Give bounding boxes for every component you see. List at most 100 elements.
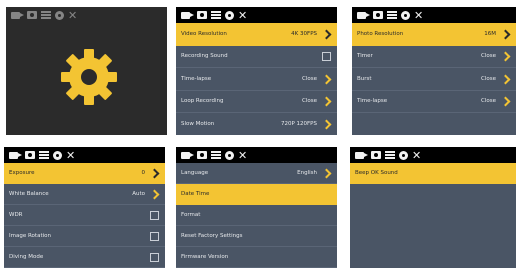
menu-item-image-rotation[interactable]: Image Rotation	[4, 226, 165, 247]
chevron-right-icon	[151, 189, 159, 199]
settings-icon[interactable]	[401, 10, 410, 20]
checkbox[interactable]	[150, 231, 159, 241]
video-icon[interactable]	[11, 11, 24, 19]
menu-item-label: Diving Mode	[9, 254, 44, 260]
menu-item-label: Reset Factory Settings	[181, 233, 243, 239]
menu-item-label: Format	[181, 212, 201, 218]
menu-item-time-lapse[interactable]: Time-lapse Close	[176, 68, 337, 91]
menu-icon[interactable]	[387, 11, 397, 19]
photo-icon[interactable]	[371, 151, 381, 159]
video-icon[interactable]	[357, 11, 370, 19]
chevron-right-icon	[323, 29, 331, 39]
screen-video-settings: ✕ Video Resolution 4K 30FPS Recording So…	[176, 7, 337, 135]
menu-item-label: Language	[181, 170, 209, 176]
menu-item-language[interactable]: Language English	[176, 163, 337, 184]
checkbox[interactable]	[150, 210, 159, 220]
menu-item-label: Video Resolution	[181, 30, 227, 37]
menu-item-wdr[interactable]: WDR	[4, 205, 165, 226]
menu-item-firmware-version[interactable]: Firmware Version	[176, 247, 337, 268]
menu-item-value: 0	[141, 170, 146, 176]
menu-item-label: Slow Motion	[181, 120, 215, 127]
menu-item-burst[interactable]: Burst Close	[352, 68, 516, 91]
menu-item-label: Recording Sound	[181, 53, 228, 60]
menu-item-label: White Balance	[9, 191, 49, 197]
menu-item-label: Image Rotation	[9, 233, 51, 239]
menu-item-label: Time-lapse	[181, 75, 212, 82]
menu-icon[interactable]	[211, 11, 221, 19]
close-icon[interactable]: ✕	[68, 10, 77, 21]
video-icon[interactable]	[355, 151, 368, 159]
settings-icon[interactable]	[399, 150, 408, 160]
menu-item-value: 4K 30FPS	[291, 30, 317, 37]
photo-icon[interactable]	[27, 11, 37, 19]
menu-item-value: Close	[302, 98, 317, 105]
close-icon[interactable]: ✕	[238, 150, 247, 161]
chevron-right-icon	[323, 96, 331, 106]
menu-item-date-time[interactable]: Date Time	[176, 184, 337, 205]
menu-item-value: Close	[481, 98, 496, 105]
menu-icon[interactable]	[385, 151, 395, 159]
settings-icon[interactable]	[53, 150, 62, 160]
settings-icon[interactable]	[225, 10, 234, 20]
checkbox[interactable]	[322, 51, 331, 61]
menu-item-value: Auto	[132, 191, 145, 197]
photo-icon[interactable]	[197, 11, 207, 19]
photo-icon[interactable]	[25, 151, 35, 159]
screen-settings-splash: ✕	[6, 7, 167, 135]
topbar: ✕	[350, 147, 516, 163]
close-icon[interactable]: ✕	[66, 150, 75, 161]
menu-icon[interactable]	[211, 151, 221, 159]
settings-screens-grid: ✕ ✕ Video Resolution 4K 30FPS Recording …	[0, 0, 522, 270]
menu-item-label: Beep OK Sound	[355, 170, 398, 176]
topbar: ✕	[176, 7, 337, 23]
screen-sound-settings: ✕ Beep OK Sound	[350, 147, 516, 268]
video-icon[interactable]	[9, 151, 22, 159]
close-icon[interactable]: ✕	[238, 10, 247, 21]
menu-item-label: Burst	[357, 75, 372, 82]
chevron-right-icon	[502, 96, 510, 106]
menu-icon[interactable]	[39, 151, 49, 159]
menu-item-label: Timer	[357, 53, 373, 60]
menu-item-format[interactable]: Format	[176, 205, 337, 226]
menu-item-label: Exposure	[9, 170, 35, 176]
menu-item-value: Close	[481, 53, 496, 60]
menu-item-label: WDR	[9, 212, 23, 218]
screen-image-settings: ✕ Exposure 0 White Balance Auto WDR Imag…	[4, 147, 165, 268]
chevron-right-icon	[323, 74, 331, 84]
menu-item-white-balance[interactable]: White Balance Auto	[4, 184, 165, 205]
close-icon[interactable]: ✕	[414, 10, 423, 21]
menu-item-reset-factory[interactable]: Reset Factory Settings	[176, 226, 337, 247]
screen-system-settings: ✕ Language English Date Time Format Rese…	[176, 147, 337, 268]
settings-icon[interactable]	[55, 10, 64, 20]
menu-item-video-resolution[interactable]: Video Resolution 4K 30FPS	[176, 23, 337, 46]
menu-item-value: 16M	[484, 30, 496, 37]
menu-item-label: Date Time	[181, 191, 210, 197]
menu-icon[interactable]	[41, 11, 51, 19]
menu-item-value: Close	[302, 75, 317, 82]
menu-item-time-lapse[interactable]: Time-lapse Close	[352, 91, 516, 113]
menu-item-diving-mode[interactable]: Diving Mode	[4, 247, 165, 268]
topbar: ✕	[4, 147, 165, 163]
screen-photo-settings: ✕ Photo Resolution 16M Timer Close Burst…	[352, 7, 516, 135]
photo-icon[interactable]	[197, 151, 207, 159]
menu-item-value: English	[297, 170, 317, 176]
topbar: ✕	[176, 147, 337, 163]
chevron-right-icon	[323, 119, 331, 129]
photo-icon[interactable]	[373, 11, 383, 19]
menu-item-photo-resolution[interactable]: Photo Resolution 16M	[352, 23, 516, 46]
checkbox[interactable]	[150, 252, 159, 262]
chevron-right-icon	[502, 29, 510, 39]
topbar: ✕	[6, 7, 167, 23]
menu-item-beep-ok-sound[interactable]: Beep OK Sound	[350, 163, 516, 184]
menu-item-exposure[interactable]: Exposure 0	[4, 163, 165, 184]
menu-item-label: Firmware Version	[181, 254, 229, 260]
settings-icon[interactable]	[225, 150, 234, 160]
menu-item-recording-sound[interactable]: Recording Sound	[176, 46, 337, 68]
video-icon[interactable]	[181, 151, 194, 159]
video-icon[interactable]	[181, 11, 194, 19]
menu-item-label: Loop Recording	[181, 98, 224, 105]
close-icon[interactable]: ✕	[412, 150, 421, 161]
menu-item-timer[interactable]: Timer Close	[352, 46, 516, 68]
menu-item-loop-recording[interactable]: Loop Recording Close	[176, 91, 337, 113]
menu-item-slow-motion[interactable]: Slow Motion 720P 120FPS	[176, 113, 337, 135]
